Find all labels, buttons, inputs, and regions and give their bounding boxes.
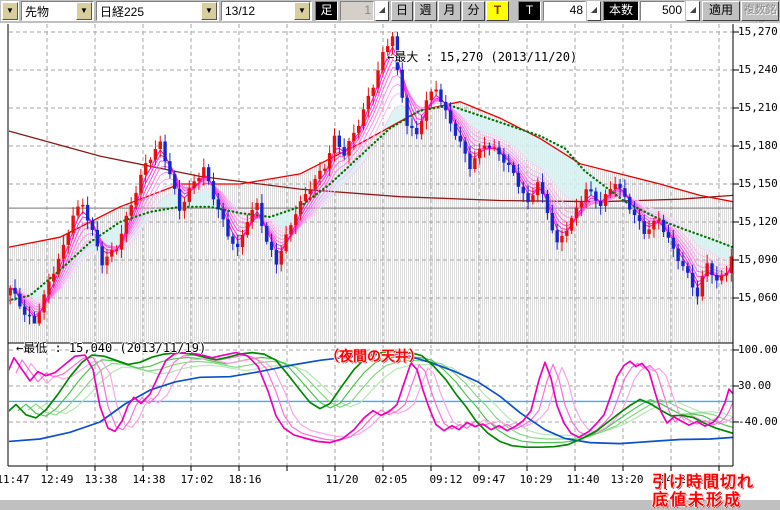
weekly-button[interactable]: 週 bbox=[414, 1, 437, 21]
time-axis-label: 09:12 bbox=[424, 473, 468, 486]
monthly-button[interactable]: 月 bbox=[438, 1, 461, 21]
chart-canvas[interactable]: 15,270 15,240 15,210 15,180 15,150 15,120 15,0… bbox=[0, 23, 780, 500]
left-stub-dropdown[interactable]: ▼ bbox=[1, 1, 19, 21]
chevron-down-icon[interactable]: ▼ bbox=[201, 2, 217, 20]
tick-yellow-button[interactable]: T bbox=[486, 1, 509, 21]
price-axis-label: 15,210 bbox=[738, 101, 778, 114]
contract-month-combobox-value: 13/12 bbox=[222, 4, 293, 18]
interval-field[interactable]: 1 bbox=[340, 1, 374, 21]
tick-black-button[interactable]: T bbox=[518, 1, 541, 21]
bar-count-spinner-icon[interactable]: ◢ bbox=[686, 1, 700, 21]
tick-count-field[interactable]: 48 bbox=[543, 1, 586, 21]
chevron-down-icon[interactable]: ▼ bbox=[76, 2, 92, 20]
minute-button[interactable]: 分 bbox=[462, 1, 485, 21]
price-axis-label: 15,180 bbox=[738, 139, 778, 152]
time-axis-label: 14:38 bbox=[127, 473, 171, 486]
symbol-combobox[interactable]: 日経225 ▼ bbox=[96, 1, 219, 21]
bar-count-label: 本数 bbox=[603, 1, 639, 21]
market-combobox-value: 先物 bbox=[22, 3, 75, 20]
osc-axis-label: -40.00 bbox=[738, 415, 778, 428]
contract-month-combobox[interactable]: 13/12 ▼ bbox=[221, 1, 312, 21]
max-price-annotation: ←最大 : 15,270 (2013/11/20) bbox=[387, 48, 577, 65]
time-axis-label: 13:20 bbox=[605, 473, 649, 486]
chevron-down-icon[interactable]: ▼ bbox=[294, 2, 310, 20]
tick-count-spinner-icon[interactable]: ◢ bbox=[587, 1, 601, 21]
toolbar: ▼ 先物 ▼ 日経225 ▼ 13/12 ▼ 足 1 ◢ 日 週 月 分 T T… bbox=[0, 0, 780, 24]
time-axis-label: 11:40 bbox=[561, 473, 605, 486]
night-ceiling-annotation: （夜間の天井） bbox=[325, 346, 423, 366]
price-axis-label: 15,270 bbox=[738, 25, 778, 38]
market-combobox[interactable]: 先物 ▼ bbox=[21, 1, 94, 21]
time-axis-label: 10:29 bbox=[514, 473, 558, 486]
time-axis-label: 13:38 bbox=[79, 473, 123, 486]
price-axis-label: 15,150 bbox=[738, 177, 778, 190]
time-axis-label: 11/20 bbox=[320, 473, 364, 486]
osc-axis-label: 30.00 bbox=[738, 379, 771, 392]
price-axis-label: 15,090 bbox=[738, 253, 778, 266]
time-axis-label: 09:47 bbox=[467, 473, 511, 486]
time-axis-label: 17:02 bbox=[175, 473, 219, 486]
symbol-combobox-value: 日経225 bbox=[97, 3, 200, 20]
min-price-annotation: ←最低 : 15,040 (2013/11/19) bbox=[16, 339, 206, 356]
time-axis-label: 12:49 bbox=[35, 473, 79, 486]
time-axis-label: 02:05 bbox=[369, 473, 413, 486]
apply-button[interactable]: 適用 bbox=[702, 1, 740, 21]
multi-symbol-button: 複数銘柄 bbox=[741, 1, 779, 21]
price-axis-label: 15,120 bbox=[738, 215, 778, 228]
bar-count-field[interactable]: 500 bbox=[640, 1, 685, 21]
time-axis-label: 11:47 bbox=[0, 473, 35, 486]
closing-note-line2: 底値未形成 bbox=[652, 486, 742, 510]
osc-axis-label: 100.00 bbox=[738, 343, 778, 356]
price-axis-label: 15,240 bbox=[738, 63, 778, 76]
daily-button[interactable]: 日 bbox=[391, 1, 413, 21]
bar-type-button[interactable]: 足 bbox=[315, 1, 338, 21]
time-axis-label: 18:16 bbox=[223, 473, 267, 486]
price-axis-label: 15,060 bbox=[738, 291, 778, 304]
interval-spinner-icon[interactable]: ◢ bbox=[375, 1, 389, 21]
chevron-down-icon[interactable]: ▼ bbox=[2, 2, 18, 20]
